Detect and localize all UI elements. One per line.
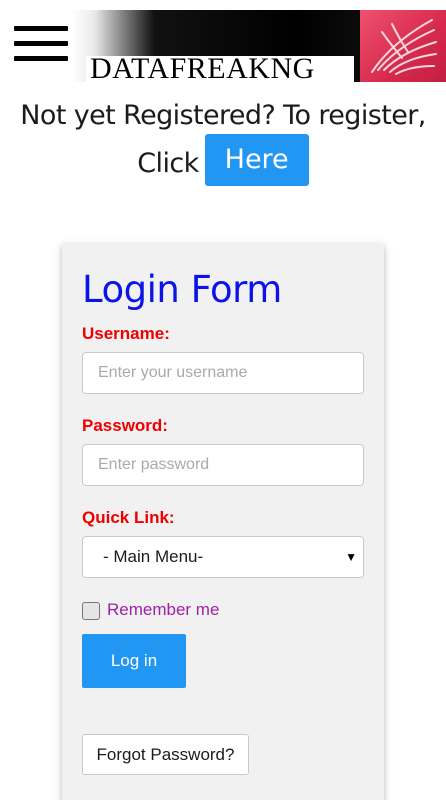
login-form-card: Login Form Username: Enter your username… (62, 244, 384, 800)
forgot-password-button[interactable]: Forgot Password? (82, 734, 249, 775)
wing-emblem-icon (371, 19, 437, 75)
username-input[interactable]: Enter your username (82, 352, 364, 394)
menu-bar (14, 41, 68, 46)
username-label: Username: (82, 324, 170, 343)
form-title: Login Form (82, 268, 282, 311)
password-input[interactable]: Enter password (82, 444, 364, 486)
menu-bar (14, 26, 68, 31)
remember-me-label[interactable]: Remember me (107, 600, 219, 620)
login-button[interactable]: Log in (82, 634, 186, 688)
dropdown-arrow-icon: ▼ (345, 550, 357, 564)
quicklink-label: Quick Link: (82, 508, 175, 527)
site-header: DATAFREAKNG (0, 0, 446, 92)
quicklink-select[interactable]: - Main Menu- ▼ (82, 536, 364, 578)
logo-wordmark: DATAFREAKNG (90, 52, 315, 82)
hamburger-menu-icon[interactable] (14, 26, 68, 62)
password-label: Password: (82, 416, 168, 435)
register-click-text: Click (137, 148, 199, 179)
quicklink-selected-value: - Main Menu- (103, 547, 204, 566)
register-text-line2: Click Here (0, 133, 446, 188)
remember-me-checkbox[interactable] (82, 602, 100, 620)
register-prompt: Not yet Registered? To register, Click He… (0, 92, 446, 188)
menu-bar (14, 56, 68, 61)
site-logo[interactable]: DATAFREAKNG (72, 10, 446, 82)
register-here-button[interactable]: Here (204, 133, 309, 186)
register-text-line1: Not yet Registered? To register, (20, 100, 426, 131)
